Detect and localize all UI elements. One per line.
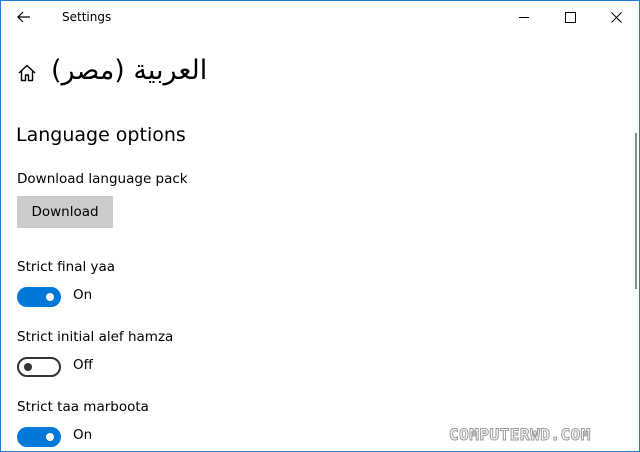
back-arrow-icon: [17, 11, 30, 23]
maximize-icon: [564, 11, 576, 23]
toggle-label-strict-initial-alef-hamza: Strict initial alef hamza: [17, 329, 174, 345]
toggle-label-strict-taa-marboota: Strict taa marboota: [17, 399, 149, 415]
close-button[interactable]: [593, 1, 639, 33]
page-title: العربية (مصر): [51, 55, 208, 86]
strict-initial-alef-hamza-toggle[interactable]: [17, 357, 61, 377]
toggle-row-strict-final-yaa: On: [17, 287, 217, 307]
toggle-state-label: On: [73, 287, 93, 303]
home-button[interactable]: [15, 61, 39, 85]
toggle-state-label: On: [73, 427, 93, 443]
toggle-row-strict-initial-alef-hamza: Off: [17, 357, 217, 377]
minimize-button[interactable]: [501, 1, 547, 33]
back-button[interactable]: [1, 1, 47, 33]
strict-taa-marboota-toggle[interactable]: [17, 427, 61, 447]
scrollbar-thumb[interactable]: [635, 133, 637, 289]
window-title: Settings: [62, 10, 112, 24]
home-icon: [18, 64, 36, 82]
close-icon: [610, 11, 622, 23]
toggle-knob: [46, 433, 54, 441]
page-header: العربية (مصر): [1, 53, 621, 93]
strict-final-yaa-toggle[interactable]: [17, 287, 61, 307]
toggle-state-label: Off: [73, 357, 93, 373]
toggle-label-strict-final-yaa: Strict final yaa: [17, 259, 116, 275]
section-title: Language options: [16, 124, 186, 146]
settings-window: Settings العربية (مصر) Language options …: [0, 0, 640, 452]
title-bar: Settings: [1, 1, 639, 33]
watermark: COMPUTERWD.COM: [449, 425, 591, 445]
toggle-row-strict-taa-marboota: On: [17, 427, 217, 447]
download-button[interactable]: Download: [17, 196, 113, 228]
maximize-button[interactable]: [547, 1, 593, 33]
toggle-knob: [46, 293, 54, 301]
scrollbar[interactable]: [633, 33, 639, 451]
toggle-knob: [24, 363, 32, 371]
download-language-pack-label: Download language pack: [17, 171, 188, 187]
minimize-icon: [518, 16, 529, 18]
